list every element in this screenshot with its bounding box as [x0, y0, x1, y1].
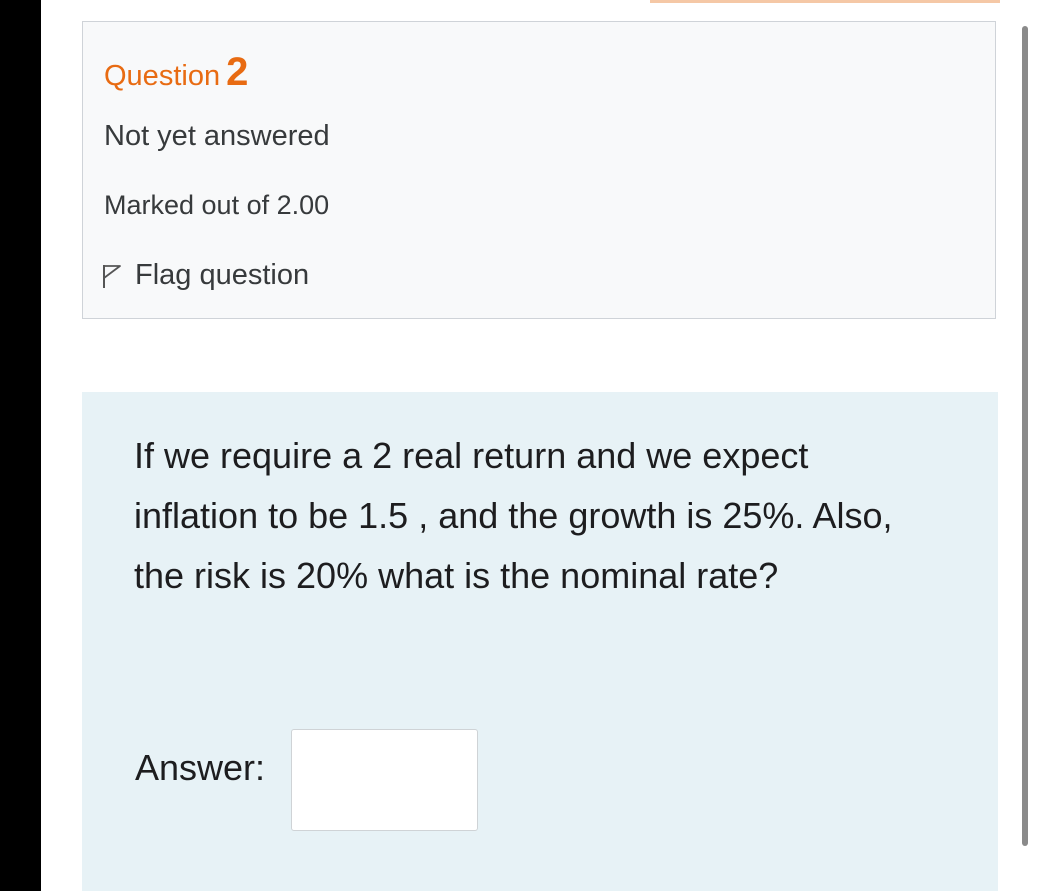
- question-number: 2: [226, 50, 249, 94]
- question-info-panel: Question 2 Not yet answered Marked out of…: [82, 21, 996, 319]
- flag-question-link[interactable]: Flag question: [101, 259, 309, 292]
- answer-input[interactable]: [291, 729, 478, 831]
- marks-info: Marked out of 2.00: [104, 190, 330, 220]
- flag-question-label: Flag question: [135, 259, 310, 291]
- question-heading: Question 2: [104, 50, 248, 95]
- answer-status: Not yet answered: [104, 120, 330, 152]
- flag-outline-icon: [101, 263, 123, 289]
- scrollbar[interactable]: [1022, 26, 1028, 846]
- screen-left-edge: [0, 0, 41, 891]
- question-text: If we require a 2 real return and we exp…: [134, 435, 893, 596]
- answer-label: Answer:: [135, 747, 266, 788]
- top-accent-line: [650, 0, 1000, 3]
- question-label: Question: [104, 60, 221, 92]
- question-content-panel: If we require a 2 real return and we exp…: [82, 392, 998, 891]
